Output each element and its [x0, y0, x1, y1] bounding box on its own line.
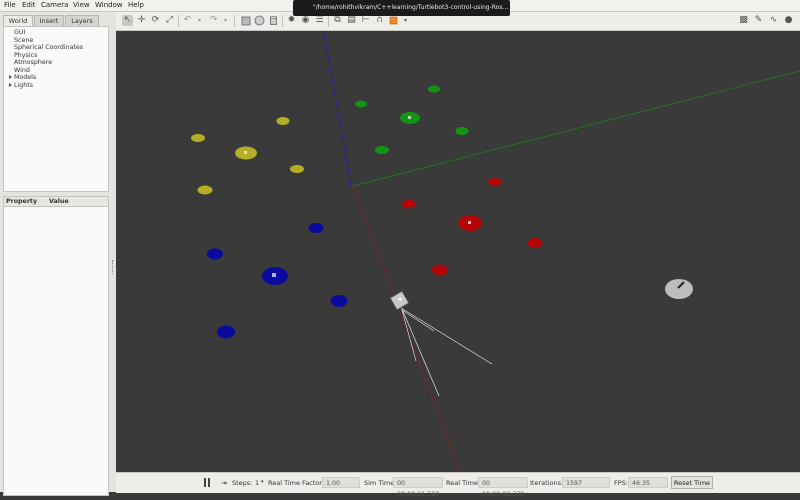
select-mode-icon[interactable]: ↖ [122, 15, 133, 26]
axis-z-blue [323, 31, 352, 186]
left-panel: World Insert Layers GUI Scene Spherical … [0, 12, 116, 496]
axis-x-red [352, 186, 461, 472]
cylinder-shape-icon[interactable] [268, 15, 279, 26]
iterations-value: 1597 [562, 477, 610, 488]
sphere-shape-icon[interactable] [254, 15, 265, 26]
axis-y-green [352, 70, 800, 187]
snap-icon[interactable]: ∩ [374, 15, 385, 26]
menu-camera[interactable]: Camera [41, 1, 68, 9]
scene-canvas[interactable] [116, 31, 800, 472]
tree-item-atmosphere[interactable]: Atmosphere [14, 59, 52, 66]
real-time-factor-value: 1.00 [322, 477, 360, 488]
iterations-label: Iterations: [530, 479, 564, 487]
translate-mode-icon[interactable]: ✛ [136, 15, 147, 26]
green-marker [375, 146, 389, 154]
steps-label: Steps: [232, 479, 253, 487]
tab-layers[interactable]: Layers [65, 15, 99, 26]
yellow-marker [191, 134, 205, 142]
fps-label: FPS: [614, 479, 628, 487]
yellow-marker [290, 165, 304, 173]
step-icon[interactable]: ⇥ [221, 479, 227, 487]
value-column-label: Value [49, 198, 69, 205]
red-marker [527, 238, 543, 248]
screenshot-icon[interactable]: ▩ [738, 15, 749, 26]
plot-icon[interactable]: ∿ [768, 15, 779, 26]
red-marker [402, 199, 416, 209]
window-title: "/home/rohithvikram/C++learning/Turtlebo… [293, 0, 510, 16]
expand-lights-icon[interactable] [9, 82, 12, 87]
tree-item-models[interactable]: Models [14, 74, 36, 81]
turtlebot-robot[interactable] [390, 291, 493, 397]
expand-models-icon[interactable] [9, 75, 12, 79]
sim-time-label: Sim Time: [364, 479, 397, 487]
steps-value[interactable]: 1 [255, 479, 259, 487]
redo-dropdown-icon[interactable]: ▾ [220, 15, 231, 26]
robot-sensor [398, 297, 402, 301]
yellow-marker-center [244, 151, 247, 154]
property-column-label: Property [6, 198, 38, 205]
scene-viewport[interactable] [116, 31, 800, 472]
menu-file[interactable]: File [4, 1, 16, 9]
grey-disc-object [665, 279, 693, 299]
tree-item-scene[interactable]: Scene [14, 37, 33, 44]
video-icon[interactable]: ● [783, 15, 794, 26]
directional-light-icon[interactable]: ☰ [314, 15, 325, 26]
blue-marker [330, 295, 348, 307]
reset-time-button[interactable]: Reset Time [671, 476, 713, 489]
red-marker [488, 178, 502, 186]
point-light-icon[interactable]: ✹ [286, 15, 297, 26]
menu-edit[interactable]: Edit [22, 1, 36, 9]
sim-time-value: 00 00:00:01.597 [393, 477, 443, 498]
align-icon[interactable]: ⊢ [360, 15, 371, 26]
fps-value: 46.35 [628, 477, 668, 488]
log-icon[interactable]: ✎ [753, 15, 764, 26]
status-bar: ⇥ Steps: 1 ▾ Real Time Factor: 1.00 Sim … [116, 472, 800, 498]
menu-view[interactable]: View [73, 1, 90, 9]
scale-mode-icon[interactable]: ⤢ [164, 15, 175, 26]
tree-item-gui[interactable]: GUI [14, 29, 25, 36]
menu-help[interactable]: Help [128, 1, 144, 9]
tab-world[interactable]: World [3, 15, 33, 26]
steps-spin-icon[interactable]: ▾ [261, 479, 264, 485]
blue-marker [207, 248, 223, 260]
property-panel: Property Value [3, 196, 109, 496]
tree-item-lights[interactable]: Lights [14, 82, 33, 89]
change-view-icon[interactable] [388, 15, 399, 26]
tab-insert[interactable]: Insert [34, 15, 64, 26]
green-marker [455, 127, 469, 135]
redo-icon[interactable]: ↷ [208, 15, 219, 26]
box-shape-icon[interactable] [240, 15, 251, 26]
undo-dropdown-icon[interactable]: ▾ [194, 15, 205, 26]
green-marker [428, 85, 440, 93]
paste-icon[interactable]: ▤ [346, 15, 357, 26]
view-dropdown-icon[interactable]: ▾ [400, 15, 411, 26]
blue-marker [217, 325, 235, 339]
tree-item-spherical-coordinates[interactable]: Spherical Coordinates [14, 44, 83, 51]
green-marker-center [408, 116, 411, 119]
tree-item-physics[interactable]: Physics [14, 52, 37, 59]
blue-marker [308, 223, 324, 233]
blue-marker-center [272, 273, 276, 277]
yellow-marker [197, 185, 213, 195]
yellow-marker [276, 117, 290, 125]
spot-light-icon[interactable]: ◉ [300, 15, 311, 26]
pause-icon[interactable] [204, 478, 213, 488]
real-time-label: Real Time: [446, 479, 481, 487]
red-marker-center [468, 221, 471, 224]
menu-window[interactable]: Window [95, 1, 123, 9]
world-tree: GUI Scene Spherical Coordinates Physics … [3, 26, 109, 192]
real-time-factor-label: Real Time Factor: [268, 479, 325, 487]
real-time-value: 00 00:00:02.339 [478, 477, 528, 498]
tree-item-wind[interactable]: Wind [14, 67, 30, 74]
copy-icon[interactable]: ⧉ [332, 15, 343, 26]
undo-icon[interactable]: ↶ [182, 15, 193, 26]
rotate-mode-icon[interactable]: ⟳ [150, 15, 161, 26]
green-marker [355, 100, 367, 108]
red-marker [432, 264, 448, 276]
property-header: Property Value [4, 197, 108, 207]
